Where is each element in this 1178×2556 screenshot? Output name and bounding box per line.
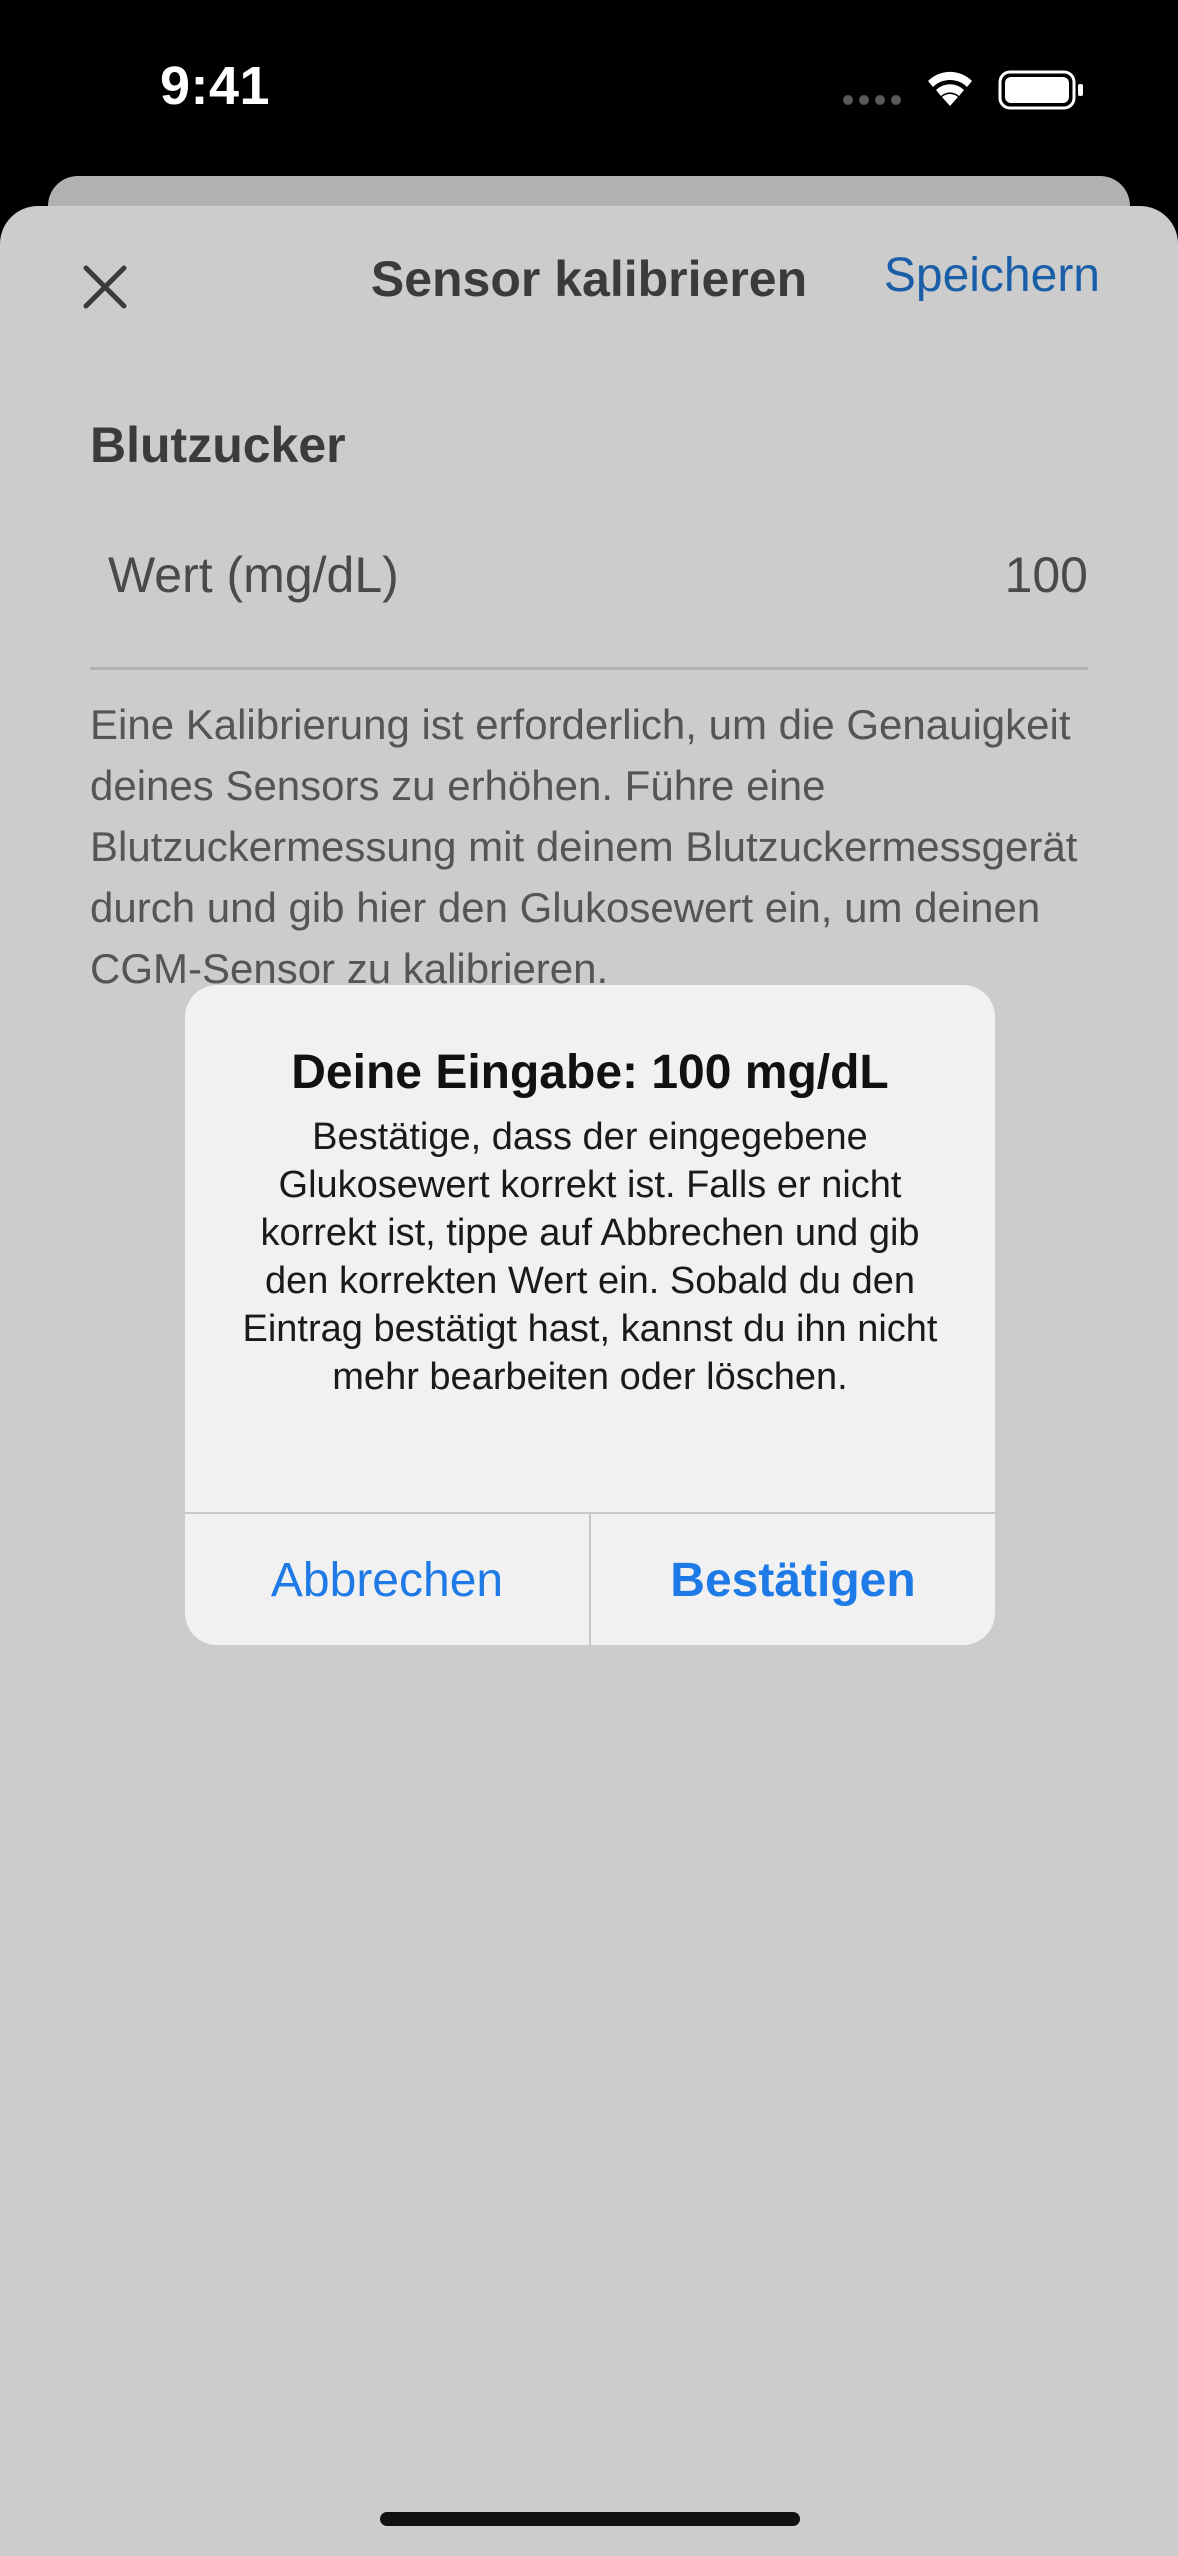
status-icons	[840, 62, 1090, 112]
divider	[90, 667, 1088, 670]
value-amount[interactable]: 100	[1005, 546, 1088, 604]
alert-actions: Abbrechen Bestätigen	[185, 1512, 995, 1645]
battery-icon	[998, 70, 1083, 110]
alert-message: Bestätige, dass der eingegebene Glukosew…	[242, 1116, 938, 1398]
section-title: Blutzucker	[90, 417, 346, 473]
status-bar: 9:41	[0, 0, 1178, 175]
glucose-value-field[interactable]: Wert (mg/dL) 100	[90, 546, 1088, 666]
confirmation-alert: Deine Eingabe: 100 mg/dL Bestätige, dass…	[185, 985, 995, 1645]
wifi-icon	[928, 71, 972, 106]
cancel-button[interactable]: Abbrechen	[185, 1514, 589, 1645]
save-button[interactable]: Speichern	[884, 248, 1100, 303]
alert-title: Deine Eingabe: 100 mg/dL	[291, 1046, 889, 1099]
status-time: 9:41	[160, 56, 271, 116]
signal-dots-icon	[843, 95, 901, 105]
calibration-description: Eine Kalibrierung ist erforderlich, um d…	[90, 701, 1078, 992]
value-label: Wert (mg/dL)	[108, 547, 399, 603]
sheet-header: Sensor kalibrieren Speichern	[0, 206, 1178, 366]
confirm-button[interactable]: Bestätigen	[591, 1514, 995, 1645]
home-indicator[interactable]	[380, 2512, 800, 2526]
